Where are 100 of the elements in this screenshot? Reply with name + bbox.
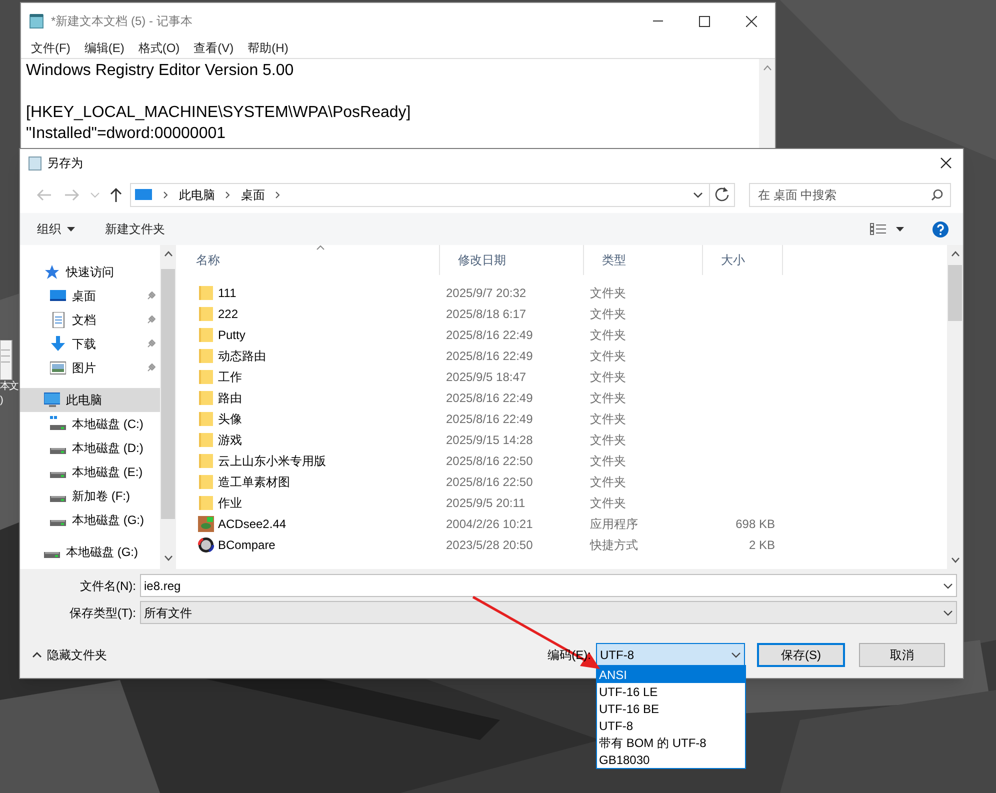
column-header[interactable]: 类型 xyxy=(584,245,703,275)
file-row[interactable]: BCompare 2023/5/28 20:50 快捷方式 2 KB xyxy=(178,534,947,555)
dropdown-option[interactable]: UTF-8 xyxy=(597,717,745,734)
folder-icon xyxy=(198,348,214,364)
file-type-dropdown[interactable]: 所有文件 xyxy=(140,601,957,624)
chevron-down-icon xyxy=(731,652,741,658)
scrollbar[interactable] xyxy=(160,245,176,569)
drive-icon xyxy=(50,472,66,478)
menu-item[interactable]: 查看(V) xyxy=(194,39,234,57)
menu-item[interactable]: 文件(F) xyxy=(31,39,70,57)
cancel-button[interactable]: 取消 xyxy=(859,643,945,667)
column-header[interactable]: 大小 xyxy=(703,245,783,275)
computer-icon xyxy=(44,392,60,408)
file-row[interactable]: 头像 2025/8/16 22:49 文件夹 xyxy=(178,408,947,429)
menu-item[interactable]: 格式(O) xyxy=(138,39,180,57)
nav-item[interactable]: 本地磁盘 (C:) xyxy=(20,412,160,436)
dropdown-option[interactable]: ANSI xyxy=(597,666,745,683)
file-row[interactable]: 111 2025/9/7 20:32 文件夹 xyxy=(178,282,947,303)
monitor-icon xyxy=(135,188,153,202)
drive-icon xyxy=(50,520,66,526)
filename-field[interactable]: ie8.reg xyxy=(140,574,957,597)
app-icon xyxy=(198,516,214,532)
scroll-down-icon xyxy=(164,555,172,561)
field-label: 保存类型(T): xyxy=(68,604,137,622)
file-row[interactable]: ACDsee2.44 2004/2/26 10:21 应用程序 698 KB xyxy=(178,513,947,534)
monitor-icon xyxy=(50,288,66,304)
chevron-up-icon xyxy=(32,652,42,658)
file-row[interactable]: 222 2025/8/18 6:17 文件夹 xyxy=(178,303,947,324)
nav-item[interactable]: 本地磁盘 (D:) xyxy=(20,436,160,460)
folder-icon xyxy=(198,284,214,300)
column-header[interactable]: 修改日期 xyxy=(440,245,584,275)
file-name: 工作 xyxy=(218,368,242,386)
breadcrumb-item[interactable]: 桌面 xyxy=(241,186,265,204)
menu-item[interactable]: 帮助(H) xyxy=(248,39,288,57)
nav-item[interactable]: 本地磁盘 (G:) xyxy=(20,540,160,564)
column-header[interactable]: 名称 xyxy=(178,245,440,275)
breadcrumb-item[interactable]: 此电脑 xyxy=(179,186,215,204)
file-type: 文件夹 xyxy=(590,496,626,510)
modified-date: 2025/9/15 14:28 xyxy=(446,432,533,446)
folder-icon xyxy=(198,326,214,342)
save-button[interactable]: 保存(S) xyxy=(757,643,845,667)
dropdown-option[interactable]: UTF-16 BE xyxy=(597,700,745,717)
window-title: *新建文本文档 (5) - 记事本 xyxy=(51,13,194,30)
file-row[interactable]: Putty 2025/8/16 22:49 文件夹 xyxy=(178,324,947,345)
file-name: BCompare xyxy=(218,536,276,554)
star-icon xyxy=(44,264,60,280)
file-row[interactable]: 工作 2025/9/5 18:47 文件夹 xyxy=(178,366,947,387)
modified-date: 2025/8/16 22:49 xyxy=(446,390,533,404)
close-icon xyxy=(746,16,757,26)
file-icon xyxy=(0,340,14,380)
nav-item[interactable]: 桌面 xyxy=(20,284,160,308)
nav-item[interactable]: 本地磁盘 (E:) xyxy=(20,460,160,484)
menu-item[interactable]: 编辑(E) xyxy=(84,39,124,57)
file-name: 222 xyxy=(218,306,238,322)
dropdown-option[interactable]: UTF-16 LE xyxy=(597,683,745,700)
folder-icon xyxy=(198,410,214,426)
file-row[interactable]: 作业 2025/9/5 20:11 文件夹 xyxy=(178,492,947,513)
nav-item[interactable]: 文档 xyxy=(20,308,160,332)
search-field[interactable]: 在 桌面 中搜索 xyxy=(749,183,951,207)
modified-date: 2025/8/16 22:50 xyxy=(446,474,533,488)
scrollbar[interactable] xyxy=(947,245,963,569)
file-name: 游戏 xyxy=(218,432,242,448)
new-folder-button[interactable]: 新建文件夹 xyxy=(105,220,870,238)
drive-icon xyxy=(50,496,66,502)
file-name: 作业 xyxy=(218,494,242,512)
nav-item[interactable]: 下载 xyxy=(20,332,160,356)
view-list-icon xyxy=(870,223,886,235)
nav-item[interactable]: 此电脑 xyxy=(20,388,160,412)
help-icon xyxy=(932,220,949,238)
file-type: 文件夹 xyxy=(590,286,626,300)
file-row[interactable]: 造工单素材图 2025/8/16 22:50 文件夹 xyxy=(178,471,947,492)
nav-item[interactable]: 本地磁盘 (G:) xyxy=(20,508,160,532)
nav-item[interactable]: 图片 xyxy=(20,356,160,380)
dropdown-option[interactable]: 带有 BOM 的 UTF-8 xyxy=(597,734,745,751)
nav-item[interactable]: 新加卷 (F:) xyxy=(20,484,160,508)
organize-menu[interactable]: 组织 xyxy=(37,220,61,238)
address-bar[interactable]: 此电脑 桌面 xyxy=(130,183,735,207)
file-row[interactable]: 路由 2025/8/16 22:49 文件夹 xyxy=(178,387,947,408)
modified-date: 2023/5/28 20:50 xyxy=(446,538,533,552)
file-type: 文件夹 xyxy=(590,390,626,404)
drive-icon xyxy=(44,552,60,558)
scroll-thumb[interactable] xyxy=(161,269,175,519)
file-type: 文件夹 xyxy=(590,348,626,362)
file-row[interactable]: 云上山东小米专用版 2025/8/16 22:50 文件夹 xyxy=(178,450,947,471)
scroll-thumb[interactable] xyxy=(948,265,962,321)
scroll-up-icon xyxy=(762,65,772,71)
file-row[interactable]: 游戏 2025/9/15 14:28 文件夹 xyxy=(178,429,947,450)
file-type: 快捷方式 xyxy=(590,538,638,552)
field-label: 文件名(N): xyxy=(79,578,137,594)
folder-icon xyxy=(198,432,214,448)
dropdown-option[interactable]: GB18030 xyxy=(597,751,745,768)
encoding-dropdown[interactable]: UTF-8 xyxy=(596,643,745,667)
hide-folders-button[interactable]: 隐藏文件夹 xyxy=(47,646,107,664)
file-size: 2 KB xyxy=(748,538,775,552)
file-name: 头像 xyxy=(218,410,242,428)
dialog-title: 另存为 xyxy=(47,155,84,172)
file-row[interactable]: 动态路由 2025/8/16 22:49 文件夹 xyxy=(178,345,947,366)
nav-item[interactable]: 快速访问 xyxy=(20,260,160,284)
minimize-icon xyxy=(653,20,663,22)
disc-icon xyxy=(198,536,214,552)
